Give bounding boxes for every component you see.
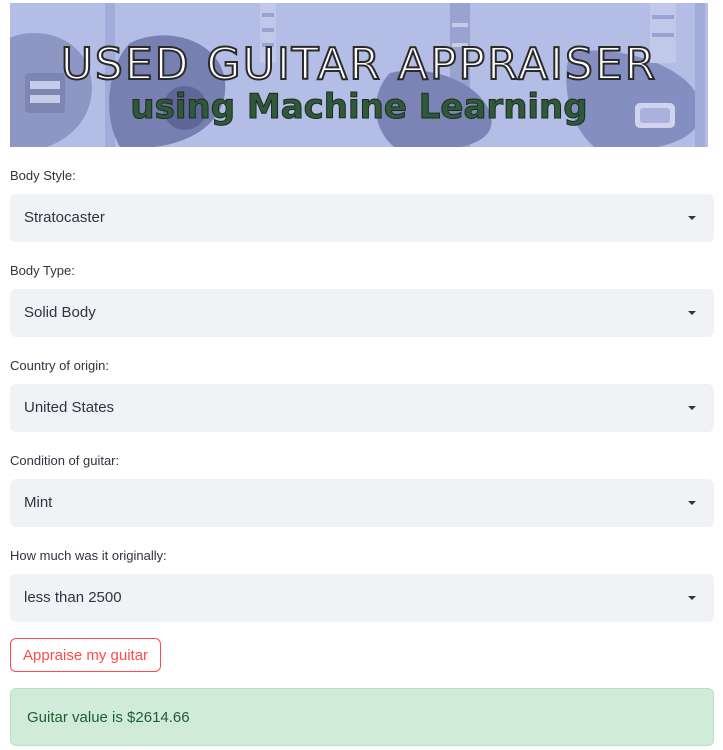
caret-down-icon <box>688 596 696 600</box>
banner-subtitle: using Machine Learning <box>130 87 588 128</box>
original-price-label: How much was it originally: <box>10 548 167 563</box>
app-page: USED GUITAR APPRAISER using Machine Lear… <box>0 0 723 750</box>
condition-label: Condition of guitar: <box>10 453 120 468</box>
result-text: Guitar value is $2614.66 <box>27 709 190 726</box>
body-type-label: Body Type: <box>10 263 75 278</box>
condition-select[interactable]: Mint <box>10 479 714 527</box>
original-price-select[interactable]: less than 2500 <box>10 574 714 622</box>
body-style-select[interactable]: Stratocaster <box>10 194 714 242</box>
caret-down-icon <box>688 216 696 220</box>
country-value: United States <box>24 399 115 416</box>
caret-down-icon <box>688 311 696 315</box>
body-type-value: Solid Body <box>24 304 96 321</box>
header-banner: USED GUITAR APPRAISER using Machine Lear… <box>10 3 708 147</box>
country-label: Country of origin: <box>10 358 109 373</box>
condition-value: Mint <box>24 494 53 511</box>
caret-down-icon <box>688 406 696 410</box>
caret-down-icon <box>688 501 696 505</box>
result-alert: Guitar value is $2614.66 <box>10 688 714 746</box>
body-type-select[interactable]: Solid Body <box>10 289 714 337</box>
body-style-label: Body Style: <box>10 168 76 183</box>
original-price-value: less than 2500 <box>24 589 122 606</box>
appraise-button[interactable]: Appraise my guitar <box>10 638 162 672</box>
country-select[interactable]: United States <box>10 384 714 432</box>
banner-title: USED GUITAR APPRAISER <box>60 38 658 91</box>
body-style-value: Stratocaster <box>24 209 105 226</box>
